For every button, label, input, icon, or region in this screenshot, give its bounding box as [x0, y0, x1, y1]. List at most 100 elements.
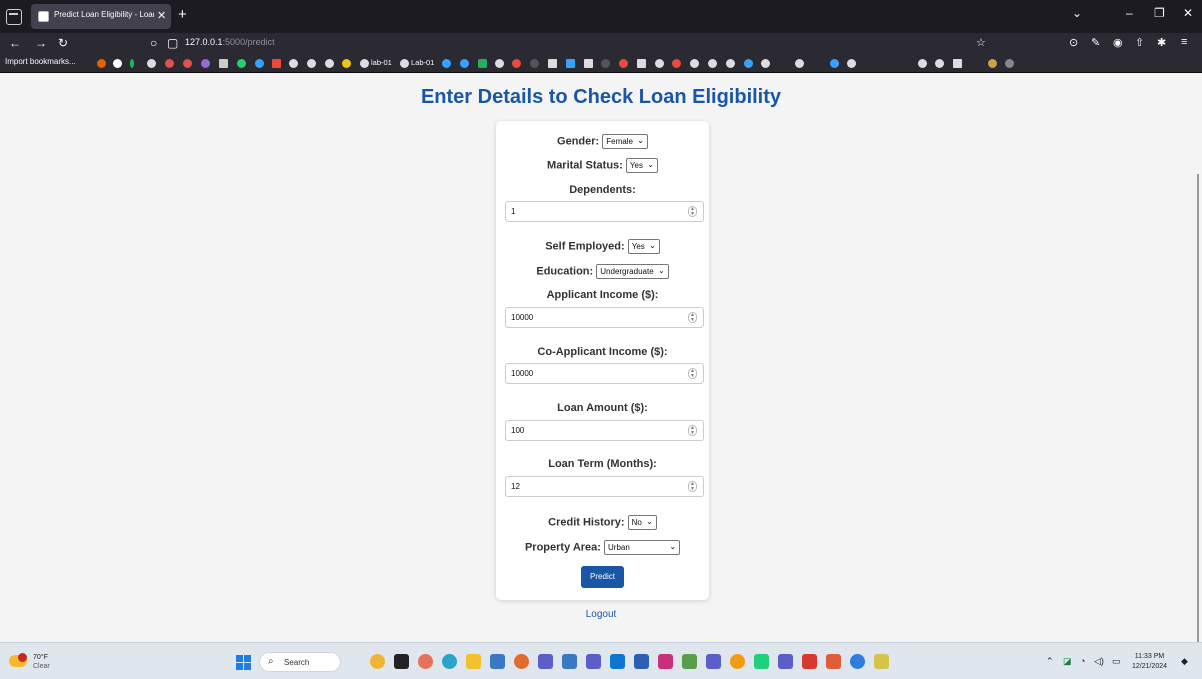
import-bookmarks-link[interactable]: Import bookmarks...: [5, 57, 76, 66]
taskbar-store-icon[interactable]: [490, 654, 505, 669]
spinner-icon[interactable]: ▲ ▼: [688, 425, 697, 436]
bookmark-blue-icon[interactable]: [442, 59, 451, 68]
restore-icon[interactable]: ❐: [1154, 6, 1165, 20]
taskbar-app-icon[interactable]: [538, 654, 553, 669]
bookmark-blue-icon[interactable]: [830, 59, 839, 68]
bookmark-blue-icon[interactable]: [744, 59, 753, 68]
bookmark-globe-icon[interactable]: [325, 59, 334, 68]
back-arrow-icon[interactable]: ←: [9, 36, 21, 50]
bookmark-lab01-label-2[interactable]: Lab-01: [411, 58, 434, 67]
bookmark-yellow-icon[interactable]: [342, 59, 351, 68]
spinner-icon[interactable]: ▲ ▼: [688, 481, 697, 492]
coapplicant-income-input[interactable]: 10000 ▲ ▼: [505, 363, 704, 384]
marital-select[interactable]: Yes ⌄: [625, 158, 658, 173]
bookmark-doc-icon[interactable]: [637, 59, 646, 68]
wifi-icon[interactable]: ◔: [1080, 656, 1085, 666]
bookmark-gray-icon[interactable]: [1005, 59, 1014, 68]
bookmark-film-icon[interactable]: [219, 59, 228, 68]
address-bar[interactable]: 127.0.0.1:5000/predict: [185, 37, 275, 47]
bookmark-k-icon[interactable]: [130, 59, 134, 68]
loan-amount-input[interactable]: 100 ▲ ▼: [505, 420, 704, 441]
bookmark-github-icon[interactable]: [708, 59, 717, 68]
bookmark-github-icon[interactable]: [761, 59, 770, 68]
taskbar-app-icon[interactable]: [658, 654, 673, 669]
page-scrollbar[interactable]: [1197, 174, 1199, 679]
bookmark-google-icon[interactable]: [113, 59, 122, 68]
taskbar-chrome-icon[interactable]: [730, 654, 745, 669]
bookmark-red-icon[interactable]: [672, 59, 681, 68]
taskbar-firefox-icon[interactable]: [514, 654, 529, 669]
bookmark-red-icon[interactable]: [619, 59, 628, 68]
extension-tool-icon[interactable]: ✎: [1091, 36, 1100, 49]
bookmark-doc-icon[interactable]: [953, 59, 962, 68]
bookmark-github-icon[interactable]: [400, 59, 409, 68]
taskbar-teams-icon[interactable]: [706, 654, 721, 669]
bookmark-github-icon[interactable]: [726, 59, 735, 68]
bookmark-adobe-icon[interactable]: [272, 59, 281, 68]
weather-temperature[interactable]: 70°F: [33, 654, 48, 661]
bookmark-globe-icon[interactable]: [360, 59, 369, 68]
bookmark-globe-icon[interactable]: [289, 59, 298, 68]
bookmark-red-icon[interactable]: [183, 59, 192, 68]
forward-arrow-icon[interactable]: →: [35, 36, 47, 50]
menu-icon[interactable]: ≡: [1181, 36, 1187, 48]
tab-close-icon[interactable]: ✕: [157, 9, 166, 22]
bookmark-doc-icon[interactable]: [548, 59, 557, 68]
windows-start-icon[interactable]: [236, 655, 251, 670]
bookmark-firefox-icon[interactable]: [97, 59, 106, 68]
share-icon[interactable]: ⇧: [1135, 36, 1144, 49]
page-info-icon[interactable]: ▢: [167, 36, 178, 50]
taskbar-taskview-icon[interactable]: [394, 654, 409, 669]
tracking-shield-icon[interactable]: ○: [150, 36, 157, 50]
taskbar-app-icon[interactable]: [850, 654, 865, 669]
bookmark-github-icon[interactable]: [690, 59, 699, 68]
taskbar-app-icon[interactable]: [682, 654, 697, 669]
tab-overflow-chevron-icon[interactable]: ⌄: [1072, 6, 1082, 20]
browser-tab-active[interactable]: Predict Loan Eligibility - Loan Eligibi …: [31, 4, 171, 29]
applicant-income-input[interactable]: 10000 ▲ ▼: [505, 307, 704, 328]
bookmark-github-icon[interactable]: [918, 59, 927, 68]
bookmark-globe-icon[interactable]: [495, 59, 504, 68]
bookmark-red-icon[interactable]: [512, 59, 521, 68]
extensions-icon[interactable]: ✱: [1157, 36, 1166, 49]
taskbar-pycharm-icon[interactable]: [754, 654, 769, 669]
bookmark-green-icon[interactable]: [478, 59, 487, 68]
tab-list-icon[interactable]: [6, 9, 22, 25]
bookmark-github-icon[interactable]: [935, 59, 944, 68]
loan-term-input[interactable]: 12 ▲ ▼: [505, 476, 704, 497]
bookmark-blue-icon[interactable]: [460, 59, 469, 68]
logout-link[interactable]: Logout: [0, 609, 1202, 620]
bookmark-globe-icon[interactable]: [307, 59, 316, 68]
taskbar-acrobat-icon[interactable]: [802, 654, 817, 669]
self-employed-select[interactable]: Yes ⌄: [627, 239, 660, 254]
bookmark-blue-icon[interactable]: [255, 59, 264, 68]
spinner-icon[interactable]: ▲ ▼: [688, 312, 697, 323]
bookmark-green-icon[interactable]: [237, 59, 246, 68]
spinner-icon[interactable]: ▲ ▼: [688, 206, 697, 217]
education-select[interactable]: Undergraduate ⌄: [596, 264, 669, 279]
taskbar-app-icon[interactable]: [826, 654, 841, 669]
tray-app-icon[interactable]: ◪: [1063, 656, 1072, 667]
dependents-input[interactable]: 1 ▲ ▼: [505, 201, 704, 222]
taskbar-edge-icon[interactable]: [442, 654, 457, 669]
predict-button[interactable]: Predict: [581, 566, 624, 588]
taskbar-teams-icon[interactable]: [586, 654, 601, 669]
account-icon[interactable]: ◉: [1113, 36, 1123, 49]
notification-bell-icon[interactable]: ◆: [1181, 656, 1188, 667]
property-area-select[interactable]: Urban ⌄: [604, 540, 681, 555]
bookmark-lab01-label[interactable]: lab-01: [371, 58, 392, 67]
bookmark-red-icon[interactable]: [165, 59, 174, 68]
bookmark-purple-icon[interactable]: [201, 59, 210, 68]
bookmark-dark-icon[interactable]: [601, 59, 610, 68]
taskbar-clock[interactable]: 11:33 PM 12/21/2024: [1132, 652, 1167, 672]
taskbar-search[interactable]: ⌕ Search: [259, 652, 341, 672]
taskbar-teams-icon[interactable]: [778, 654, 793, 669]
bookmark-star-icon[interactable]: ☆: [976, 36, 986, 49]
new-tab-icon[interactable]: +: [178, 6, 187, 23]
reload-icon[interactable]: ↻: [58, 36, 68, 50]
bookmark-globe-icon[interactable]: [655, 59, 664, 68]
bookmark-github-icon[interactable]: [147, 59, 156, 68]
window-close-icon[interactable]: ✕: [1183, 6, 1193, 20]
bookmark-dark-icon[interactable]: [530, 59, 539, 68]
spinner-icon[interactable]: ▲ ▼: [688, 368, 697, 379]
